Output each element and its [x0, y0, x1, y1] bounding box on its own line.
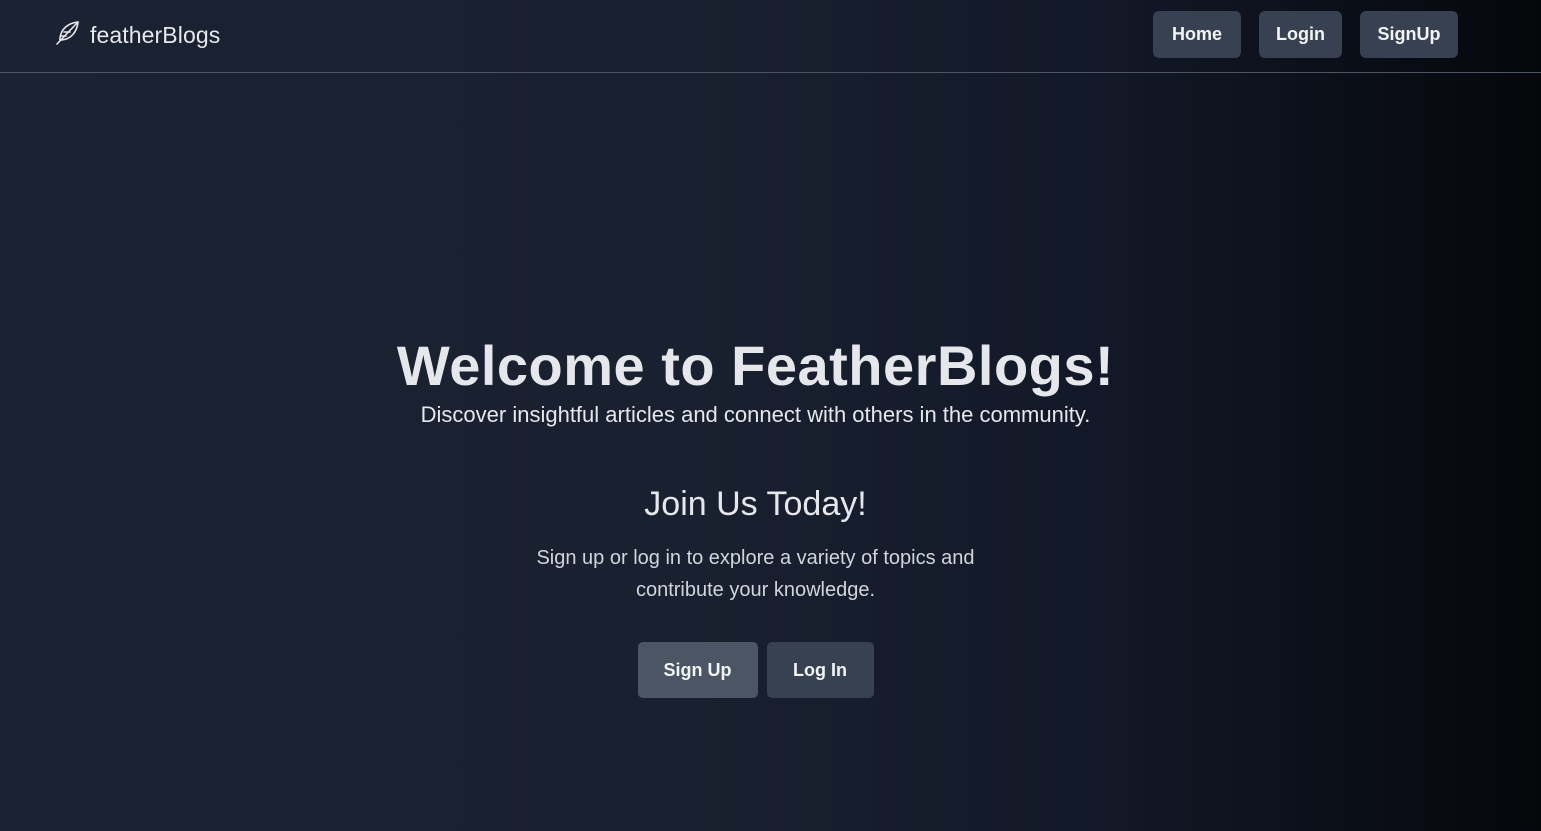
hero-subtitle: Discover insightful articles and connect…: [420, 402, 1091, 427]
hero-section: Welcome to FeatherBlogs! Discover insigh…: [0, 330, 1511, 698]
nav-home-button[interactable]: Home: [1153, 11, 1241, 58]
log-in-button[interactable]: Log In: [766, 642, 874, 698]
sign-up-button[interactable]: Sign Up: [637, 642, 758, 698]
cta-buttons: Sign Up Log In: [0, 642, 1511, 698]
join-title: Join Us Today!: [644, 485, 867, 523]
join-description: Sign up or log in to explore a variety o…: [536, 547, 975, 601]
hero-title: Welcome to FeatherBlogs!: [396, 334, 1115, 397]
nav-signup-button[interactable]: SignUp: [1360, 11, 1458, 58]
feather-icon: [53, 19, 81, 52]
navbar: featherBlogs Home Login SignUp: [0, 0, 1541, 73]
brand-name: featherBlogs: [90, 21, 221, 48]
nav-login-button[interactable]: Login: [1259, 11, 1342, 58]
brand-logo[interactable]: featherBlogs: [53, 20, 220, 50]
